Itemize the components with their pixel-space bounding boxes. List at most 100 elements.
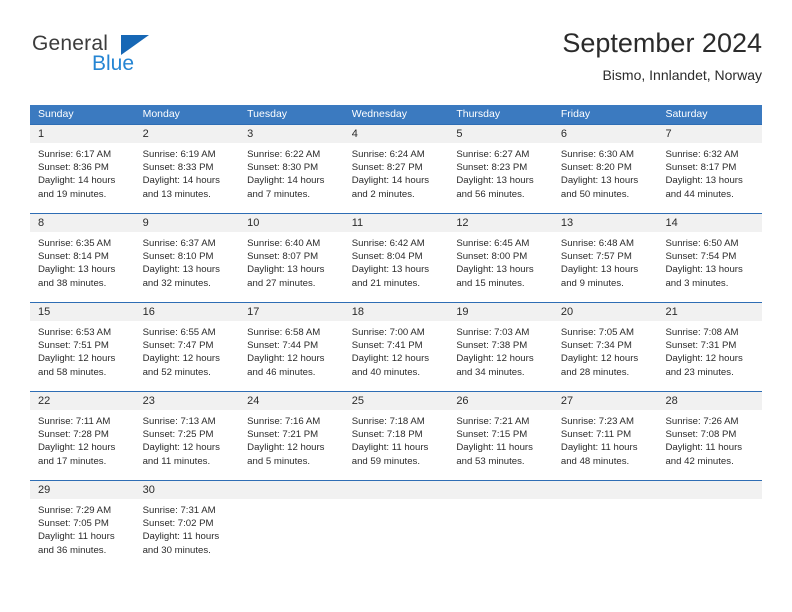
day-cell[interactable]: 1 Sunrise: 6:17 AM Sunset: 8:36 PM Dayli… — [30, 125, 135, 213]
day-cell[interactable]: 12 Sunrise: 6:45 AM Sunset: 8:00 PM Dayl… — [448, 214, 553, 302]
sunrise-text: Sunrise: 7:29 AM — [38, 505, 112, 516]
daylight-text-line1: Daylight: 14 hours — [142, 175, 220, 187]
day-cell[interactable]: 20 Sunrise: 7:05 AM Sunset: 7:34 PM Dayl… — [552, 303, 658, 391]
day-number-band: 30 — [134, 481, 240, 499]
day-number: 23 — [142, 395, 155, 407]
sunrise-text: Sunrise: 7:05 AM — [560, 327, 634, 338]
day-number-band: 26 — [448, 392, 553, 410]
day-number-band: 2 — [134, 125, 240, 143]
day-cell[interactable]: 25 Sunrise: 7:18 AM Sunset: 7:18 PM Dayl… — [343, 392, 449, 480]
day-cell[interactable]: 19 Sunrise: 7:03 AM Sunset: 7:38 PM Dayl… — [448, 303, 553, 391]
day-number-band — [552, 481, 658, 499]
day-cell[interactable]: 21 Sunrise: 7:08 AM Sunset: 7:31 PM Dayl… — [657, 303, 763, 391]
day-cell[interactable]: 2 Sunrise: 6:19 AM Sunset: 8:33 PM Dayli… — [134, 125, 240, 213]
day-cell[interactable]: 24 Sunrise: 7:16 AM Sunset: 7:21 PM Dayl… — [239, 392, 344, 480]
day-details: Sunrise: 7:03 AM Sunset: 7:38 PM Dayligh… — [448, 321, 553, 379]
day-cell[interactable]: 26 Sunrise: 7:21 AM Sunset: 7:15 PM Dayl… — [448, 392, 553, 480]
day-cell-empty — [448, 481, 553, 572]
day-number: 27 — [560, 395, 574, 407]
day-cell[interactable]: 5 Sunrise: 6:27 AM Sunset: 8:23 PM Dayli… — [448, 125, 553, 213]
daylight-text-line1: Daylight: 12 hours — [247, 353, 325, 365]
day-number: 3 — [247, 128, 254, 140]
day-number: 9 — [142, 217, 149, 229]
day-cell[interactable]: 9 Sunrise: 6:37 AM Sunset: 8:10 PM Dayli… — [134, 214, 240, 302]
day-cell[interactable]: 28 Sunrise: 7:26 AM Sunset: 7:08 PM Dayl… — [657, 392, 763, 480]
daylight-text-line2: and 32 minutes. — [142, 277, 211, 289]
daylight-text-line1: Daylight: 13 hours — [142, 264, 220, 276]
day-number-band: 12 — [448, 214, 553, 232]
week-row: 8 Sunrise: 6:35 AM Sunset: 8:14 PM Dayli… — [30, 213, 763, 302]
day-number: 21 — [665, 306, 678, 318]
sunset-text: Sunset: 8:17 PM — [665, 162, 737, 174]
day-number-band: 7 — [657, 125, 763, 143]
daylight-text-line1: Daylight: 13 hours — [456, 175, 534, 187]
daylight-text-line2: and 38 minutes. — [38, 277, 107, 289]
day-cell[interactable]: 23 Sunrise: 7:13 AM Sunset: 7:25 PM Dayl… — [134, 392, 240, 480]
day-cell[interactable]: 13 Sunrise: 6:48 AM Sunset: 7:57 PM Dayl… — [552, 214, 658, 302]
sunrise-text: Sunrise: 6:55 AM — [142, 327, 216, 338]
page-subtitle: Bismo, Innlandet, Norway — [602, 67, 762, 83]
day-number: 4 — [351, 128, 358, 140]
day-details: Sunrise: 6:45 AM Sunset: 8:00 PM Dayligh… — [448, 232, 553, 290]
sunrise-text: Sunrise: 7:16 AM — [247, 416, 321, 427]
daylight-text-line2: and 27 minutes. — [247, 277, 316, 289]
day-cell-empty — [239, 481, 344, 572]
day-details: Sunrise: 7:08 AM Sunset: 7:31 PM Dayligh… — [657, 321, 762, 379]
daylight-text-line1: Daylight: 11 hours — [142, 531, 220, 543]
day-cell[interactable]: 6 Sunrise: 6:30 AM Sunset: 8:20 PM Dayli… — [552, 125, 658, 213]
day-cell[interactable]: 22 Sunrise: 7:11 AM Sunset: 7:28 PM Dayl… — [30, 392, 135, 480]
sunset-text: Sunset: 7:31 PM — [665, 340, 737, 352]
day-number: 6 — [560, 128, 568, 140]
day-details: Sunrise: 7:05 AM Sunset: 7:34 PM Dayligh… — [553, 321, 658, 379]
weekday-header-sunday: Sunday — [38, 108, 74, 120]
day-cell[interactable]: 18 Sunrise: 7:00 AM Sunset: 7:41 PM Dayl… — [343, 303, 449, 391]
day-number: 12 — [456, 217, 469, 229]
day-number: 5 — [456, 128, 463, 140]
day-number: 26 — [456, 395, 469, 407]
daylight-text-line2: and 3 minutes. — [665, 277, 729, 289]
day-number: 20 — [560, 306, 574, 318]
sunset-text: Sunset: 7:25 PM — [142, 429, 214, 441]
calendar-grid: Sunday Monday Tuesday Wednesday Thursday… — [30, 105, 763, 572]
weekday-header-wednesday: Wednesday — [351, 108, 407, 120]
day-cell[interactable]: 8 Sunrise: 6:35 AM Sunset: 8:14 PM Dayli… — [30, 214, 135, 302]
sunrise-text: Sunrise: 7:00 AM — [351, 327, 425, 338]
sunrise-text: Sunrise: 6:50 AM — [665, 238, 739, 249]
daylight-text-line1: Daylight: 11 hours — [560, 442, 638, 454]
daylight-text-line2: and 11 minutes. — [142, 455, 211, 467]
day-cell[interactable]: 30 Sunrise: 7:31 AM Sunset: 7:02 PM Dayl… — [134, 481, 240, 572]
day-cell-empty — [343, 481, 449, 572]
daylight-text-line1: Daylight: 12 hours — [560, 353, 639, 365]
daylight-text-line1: Daylight: 11 hours — [351, 442, 429, 454]
daylight-text-line1: Daylight: 13 hours — [665, 175, 743, 187]
day-cell[interactable]: 17 Sunrise: 6:58 AM Sunset: 7:44 PM Dayl… — [239, 303, 344, 391]
sunrise-text: Sunrise: 6:27 AM — [456, 149, 530, 160]
sunset-text: Sunset: 7:44 PM — [247, 340, 319, 352]
sunset-text: Sunset: 8:33 PM — [142, 162, 214, 174]
daylight-text-line1: Daylight: 11 hours — [665, 442, 743, 454]
day-cell[interactable]: 7 Sunrise: 6:32 AM Sunset: 8:17 PM Dayli… — [657, 125, 763, 213]
brand-logo[interactable]: General Blue — [30, 32, 210, 88]
day-details: Sunrise: 7:16 AM Sunset: 7:21 PM Dayligh… — [239, 410, 344, 468]
day-cell[interactable]: 27 Sunrise: 7:23 AM Sunset: 7:11 PM Dayl… — [552, 392, 658, 480]
day-number: 17 — [247, 306, 260, 318]
daylight-text-line2: and 21 minutes. — [351, 277, 421, 289]
day-cell[interactable]: 11 Sunrise: 6:42 AM Sunset: 8:04 PM Dayl… — [343, 214, 449, 302]
sunset-text: Sunset: 7:21 PM — [247, 429, 319, 441]
daylight-text-line1: Daylight: 11 hours — [456, 442, 533, 454]
day-cell[interactable]: 15 Sunrise: 6:53 AM Sunset: 7:51 PM Dayl… — [30, 303, 135, 391]
sunrise-text: Sunrise: 6:22 AM — [247, 149, 321, 160]
sunrise-text: Sunrise: 7:21 AM — [456, 416, 530, 427]
day-cell[interactable]: 16 Sunrise: 6:55 AM Sunset: 7:47 PM Dayl… — [134, 303, 240, 391]
day-details: Sunrise: 6:32 AM Sunset: 8:17 PM Dayligh… — [657, 143, 762, 201]
daylight-text-line2: and 46 minutes. — [247, 366, 316, 378]
day-cell[interactable]: 4 Sunrise: 6:24 AM Sunset: 8:27 PM Dayli… — [343, 125, 449, 213]
day-cell[interactable]: 10 Sunrise: 6:40 AM Sunset: 8:07 PM Dayl… — [239, 214, 344, 302]
day-number-band: 9 — [134, 214, 240, 232]
day-cell[interactable]: 29 Sunrise: 7:29 AM Sunset: 7:05 PM Dayl… — [30, 481, 135, 572]
week-row: 1 Sunrise: 6:17 AM Sunset: 8:36 PM Dayli… — [30, 124, 763, 213]
day-cell[interactable]: 14 Sunrise: 6:50 AM Sunset: 7:54 PM Dayl… — [657, 214, 763, 302]
day-details: Sunrise: 6:53 AM Sunset: 7:51 PM Dayligh… — [30, 321, 135, 379]
day-cell[interactable]: 3 Sunrise: 6:22 AM Sunset: 8:30 PM Dayli… — [239, 125, 344, 213]
weekday-header-friday: Friday — [560, 108, 591, 120]
